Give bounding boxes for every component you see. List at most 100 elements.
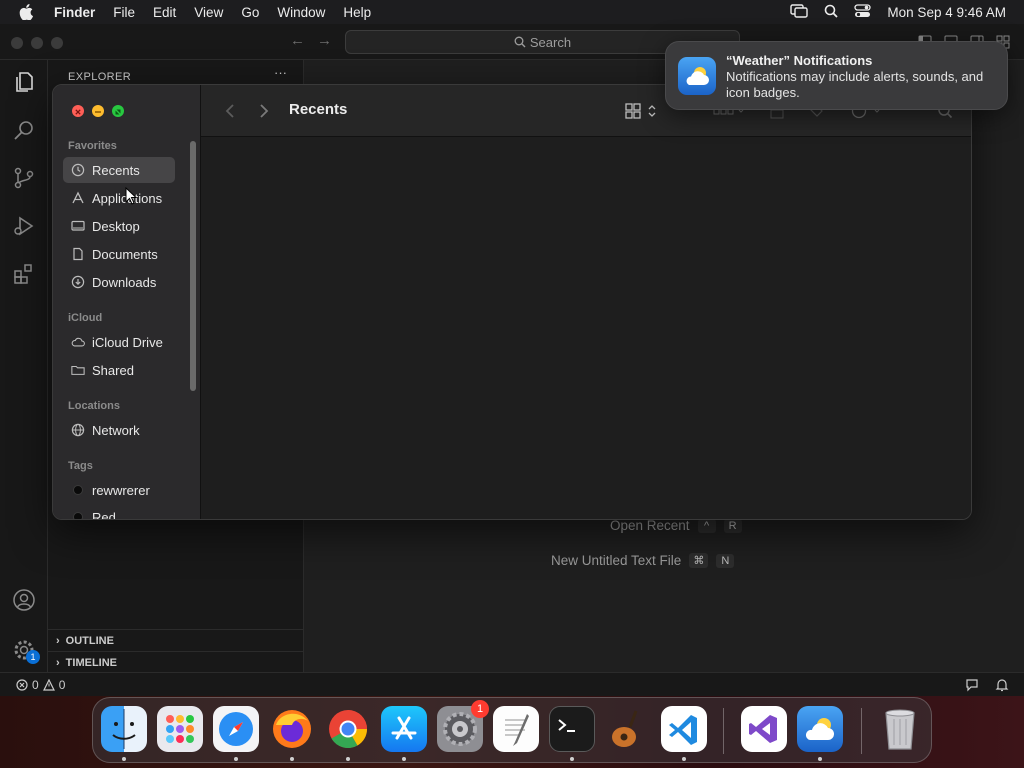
run-and-debug-icon[interactable] [10, 212, 38, 240]
sidebar-item-desktop[interactable]: Desktop [63, 213, 175, 239]
menu-clock[interactable]: Mon Sep 4 9:46 AM [887, 5, 1006, 20]
forward-chevron-icon[interactable] [259, 103, 269, 119]
zoom-icon [115, 109, 121, 115]
new-text-file-label: New Untitled Text File [551, 553, 682, 568]
menu-app-name[interactable]: Finder [52, 5, 104, 20]
running-indicator [682, 757, 686, 761]
running-indicator [402, 757, 406, 761]
dock: 1 [92, 697, 932, 763]
manage-gear-icon[interactable]: 1 [10, 636, 40, 664]
document-icon [71, 247, 85, 261]
sidebar-item-documents[interactable]: Documents [63, 241, 175, 267]
sidebar-item-recents[interactable]: Recents [63, 157, 175, 183]
control-center-icon[interactable] [854, 3, 872, 21]
warning-icon [42, 678, 55, 691]
running-indicator [234, 757, 238, 761]
desktop-icon [71, 219, 85, 233]
app-store-dock-icon[interactable] [381, 706, 427, 752]
finder-window: Favorites Recents Applications Desktop D… [52, 84, 972, 520]
finder-dock-icon[interactable] [101, 706, 147, 752]
menu-window[interactable]: Window [268, 5, 334, 20]
dock-separator [861, 708, 862, 754]
sidebar-item-tag-rewwrerer[interactable]: rewwrerer [63, 477, 175, 503]
running-indicator [570, 757, 574, 761]
menu-edit[interactable]: Edit [144, 5, 185, 20]
vscode-zoom-button[interactable] [51, 37, 63, 49]
search-icon[interactable] [10, 116, 38, 144]
weather-dock-icon[interactable] [797, 706, 843, 752]
back-arrow-icon[interactable]: ← [290, 32, 305, 49]
screen-mirroring-icon[interactable] [790, 3, 809, 21]
new-text-file-shortcut[interactable]: New Untitled Text File ⌘ N [551, 553, 735, 568]
command-key: ⌘ [689, 553, 709, 568]
sidebar-scrollbar[interactable] [190, 141, 196, 391]
globe-icon [71, 423, 85, 437]
download-icon [71, 275, 85, 289]
menu-help[interactable]: Help [334, 5, 380, 20]
sidebar-item-shared[interactable]: Shared [63, 357, 175, 383]
textedit-dock-icon[interactable] [493, 706, 539, 752]
explorer-files-icon[interactable] [10, 68, 38, 96]
finder-sidebar: Favorites Recents Applications Desktop D… [53, 85, 201, 519]
command-center-placeholder: Search [529, 34, 572, 50]
sidebar-item-label: Documents [92, 246, 158, 262]
forward-arrow-icon[interactable]: → [317, 32, 332, 49]
apple-menu-icon[interactable] [0, 4, 52, 20]
notifications-bell-icon[interactable] [995, 678, 1009, 692]
chrome-dock-icon[interactable] [325, 706, 371, 752]
launchpad-dock-icon[interactable] [157, 706, 203, 752]
problems-status[interactable]: 0 0 [16, 678, 65, 692]
back-chevron-icon[interactable] [225, 103, 235, 119]
firefox-dock-icon[interactable] [269, 706, 315, 752]
clock-icon [71, 163, 85, 177]
menu-file[interactable]: File [104, 5, 144, 20]
close-button[interactable] [72, 105, 84, 117]
error-count: 0 [32, 677, 39, 692]
r-key: R [723, 518, 742, 533]
vscode-dock-icon[interactable] [661, 706, 707, 752]
spotlight-search-icon[interactable] [824, 4, 839, 21]
menu-go[interactable]: Go [232, 5, 268, 20]
view-grid-icon[interactable] [625, 102, 661, 120]
locations-heading: Locations [68, 400, 120, 412]
explorer-more-actions[interactable]: ··· [274, 65, 287, 80]
finder-content-area[interactable] [201, 137, 971, 519]
cloud-icon [71, 335, 85, 349]
sidebar-item-downloads[interactable]: Downloads [63, 269, 175, 295]
chevron-right-icon: › [56, 634, 60, 647]
sidebar-item-tag-red[interactable]: Red [63, 504, 175, 519]
minimize-button[interactable] [92, 105, 104, 117]
sidebar-item-network[interactable]: Network [63, 417, 175, 443]
source-control-icon[interactable] [10, 164, 38, 192]
extensions-icon[interactable] [10, 260, 38, 288]
garageband-dock-icon[interactable] [605, 706, 651, 752]
open-recent-shortcut[interactable]: Open Recent ^ R [610, 518, 742, 533]
weather-app-icon [678, 57, 716, 95]
accounts-icon[interactable] [10, 586, 38, 614]
sidebar-item-applications[interactable]: Applications [63, 185, 175, 211]
safari-dock-icon[interactable] [213, 706, 259, 752]
search-icon [514, 36, 526, 48]
tag-dot-icon [71, 510, 85, 519]
minimize-icon [95, 111, 101, 113]
menu-view[interactable]: View [185, 5, 232, 20]
terminal-dock-icon[interactable] [549, 706, 595, 752]
trash-dock-icon[interactable] [877, 706, 923, 752]
dock-separator [723, 708, 724, 754]
applications-icon [71, 191, 85, 205]
timeline-section[interactable]: › TIMELINE [48, 651, 304, 673]
running-indicator [346, 757, 350, 761]
outline-section[interactable]: › OUTLINE [48, 629, 304, 651]
ctrl-key: ^ [697, 518, 716, 533]
sidebar-item-icloud-drive[interactable]: iCloud Drive [63, 329, 175, 355]
weather-notification[interactable]: “Weather” Notifications Notifications ma… [665, 41, 1008, 110]
explorer-title: EXPLORER [68, 71, 132, 83]
warning-count: 0 [58, 677, 66, 692]
visual-studio-dock-icon[interactable] [741, 706, 787, 752]
system-settings-dock-icon[interactable]: 1 [437, 700, 489, 752]
running-indicator [818, 757, 822, 761]
vscode-close-button[interactable] [11, 37, 23, 49]
feedback-icon[interactable] [965, 678, 979, 692]
vscode-minimize-button[interactable] [31, 37, 43, 49]
zoom-button[interactable] [112, 105, 124, 117]
